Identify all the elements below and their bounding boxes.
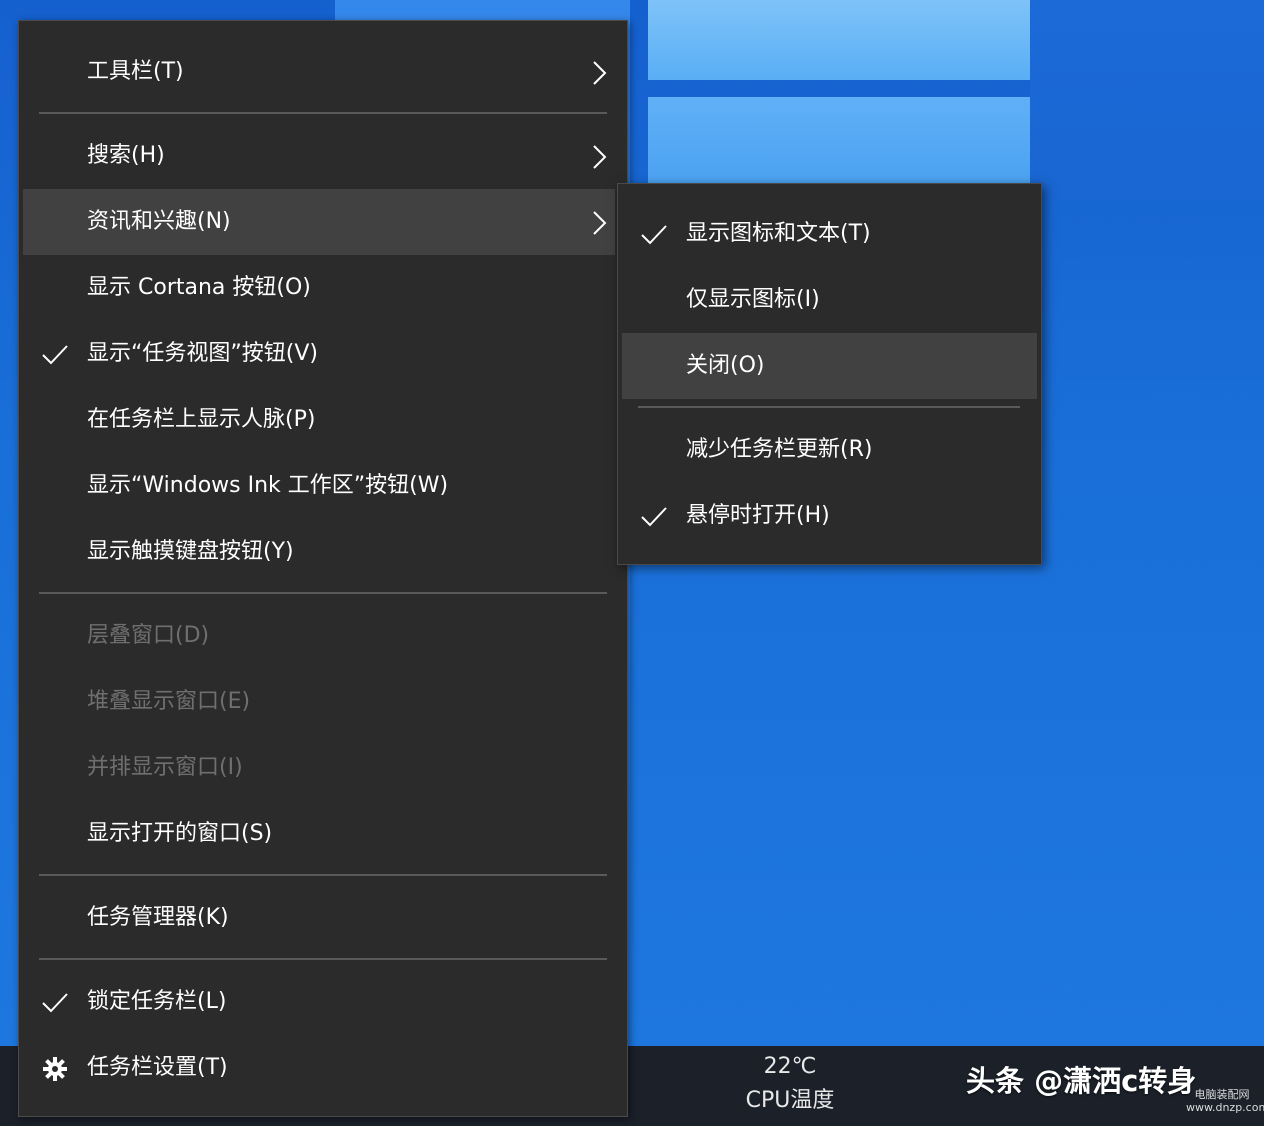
menu-item-label: 锁定任务栏(L): [87, 989, 227, 1014]
submenu-item-turn-off[interactable]: 关闭(O): [622, 333, 1037, 399]
temperature-label: CPU温度: [745, 1088, 835, 1113]
chevron-right-icon: [593, 211, 607, 235]
checkmark-icon: [42, 993, 68, 1013]
chevron-right-icon: [593, 145, 607, 169]
gear-icon: [43, 1057, 67, 1081]
cpu-temperature-widget[interactable]: 22℃ CPU温度: [700, 1050, 880, 1118]
menu-item-label: 任务管理器(K): [87, 905, 229, 930]
menu-item-toolbars[interactable]: 工具栏(T): [23, 39, 615, 105]
menu-item-label: 显示 Cortana 按钮(O): [87, 275, 311, 300]
submenu-separator: [638, 406, 1020, 408]
menu-item-stack-windows: 堆叠显示窗口(E): [23, 669, 615, 735]
submenu-item-reduce-updates[interactable]: 减少任务栏更新(R): [622, 417, 1037, 483]
menu-item-label: 并排显示窗口(I): [87, 755, 243, 780]
menu-item-show-windows-ink[interactable]: 显示“Windows Ink 工作区”按钮(W): [23, 453, 615, 519]
submenu-item-show-icon-only[interactable]: 仅显示图标(I): [622, 267, 1037, 333]
checkmark-icon: [641, 225, 667, 245]
desktop-background-panel: [1030, 0, 1264, 200]
menu-item-cascade-windows: 层叠窗口(D): [23, 603, 615, 669]
menu-item-label: 层叠窗口(D): [87, 623, 210, 648]
menu-item-label: 工具栏(T): [87, 59, 184, 84]
desktop-window-tile: [648, 0, 1030, 80]
menu-separator: [39, 874, 607, 876]
menu-item-news-interests[interactable]: 资讯和兴趣(N): [23, 189, 615, 255]
menu-item-show-desktop[interactable]: 显示打开的窗口(S): [23, 801, 615, 867]
checkmark-icon: [42, 345, 68, 365]
menu-item-lock-taskbar[interactable]: 锁定任务栏(L): [23, 969, 615, 1035]
submenu-item-open-on-hover[interactable]: 悬停时打开(H): [622, 483, 1037, 549]
submenu-item-label: 显示图标和文本(T): [686, 221, 871, 246]
menu-item-label: 显示打开的窗口(S): [87, 821, 273, 846]
menu-item-label: 显示触摸键盘按钮(Y): [87, 539, 294, 564]
menu-item-label: 显示“任务视图”按钮(V): [87, 341, 319, 366]
menu-item-label: 显示“Windows Ink 工作区”按钮(W): [87, 473, 449, 498]
menu-item-label: 搜索(H): [87, 143, 165, 168]
desktop-window-tile: [648, 97, 1030, 192]
chevron-right-icon: [593, 61, 607, 85]
menu-separator: [39, 592, 607, 594]
menu-item-show-people[interactable]: 在任务栏上显示人脉(P): [23, 387, 615, 453]
site-watermark: 电脑装配网 www.dnzp.com: [1186, 1088, 1264, 1114]
submenu-item-label: 仅显示图标(I): [686, 287, 820, 312]
menu-item-label: 任务栏设置(T): [87, 1055, 228, 1080]
taskbar-context-menu: 工具栏(T) 搜索(H) 资讯和兴趣(N) 显示 Cortana 按钮(O) 显…: [18, 20, 628, 1117]
watermark: 头条 @潇洒c转身: [966, 1064, 1197, 1098]
menu-item-taskbar-settings[interactable]: 任务栏设置(T): [23, 1035, 615, 1101]
menu-item-task-manager[interactable]: 任务管理器(K): [23, 885, 615, 951]
submenu-item-label: 关闭(O): [686, 353, 765, 378]
news-interests-submenu: 显示图标和文本(T) 仅显示图标(I) 关闭(O) 减少任务栏更新(R) 悬停时…: [617, 183, 1042, 565]
menu-item-side-by-side: 并排显示窗口(I): [23, 735, 615, 801]
menu-separator: [39, 112, 607, 114]
menu-item-show-cortana[interactable]: 显示 Cortana 按钮(O): [23, 255, 615, 321]
menu-item-show-task-view[interactable]: 显示“任务视图”按钮(V): [23, 321, 615, 387]
submenu-item-show-icon-text[interactable]: 显示图标和文本(T): [622, 201, 1037, 267]
checkmark-icon: [641, 507, 667, 527]
menu-item-label: 堆叠显示窗口(E): [87, 689, 251, 714]
submenu-item-label: 悬停时打开(H): [686, 503, 830, 528]
menu-item-label: 资讯和兴趣(N): [87, 209, 231, 234]
menu-item-search[interactable]: 搜索(H): [23, 123, 615, 189]
submenu-item-label: 减少任务栏更新(R): [686, 437, 873, 462]
menu-item-show-touch-keyboard[interactable]: 显示触摸键盘按钮(Y): [23, 519, 615, 585]
menu-item-label: 在任务栏上显示人脉(P): [87, 407, 316, 432]
menu-separator: [39, 958, 607, 960]
temperature-value: 22℃: [763, 1054, 817, 1079]
